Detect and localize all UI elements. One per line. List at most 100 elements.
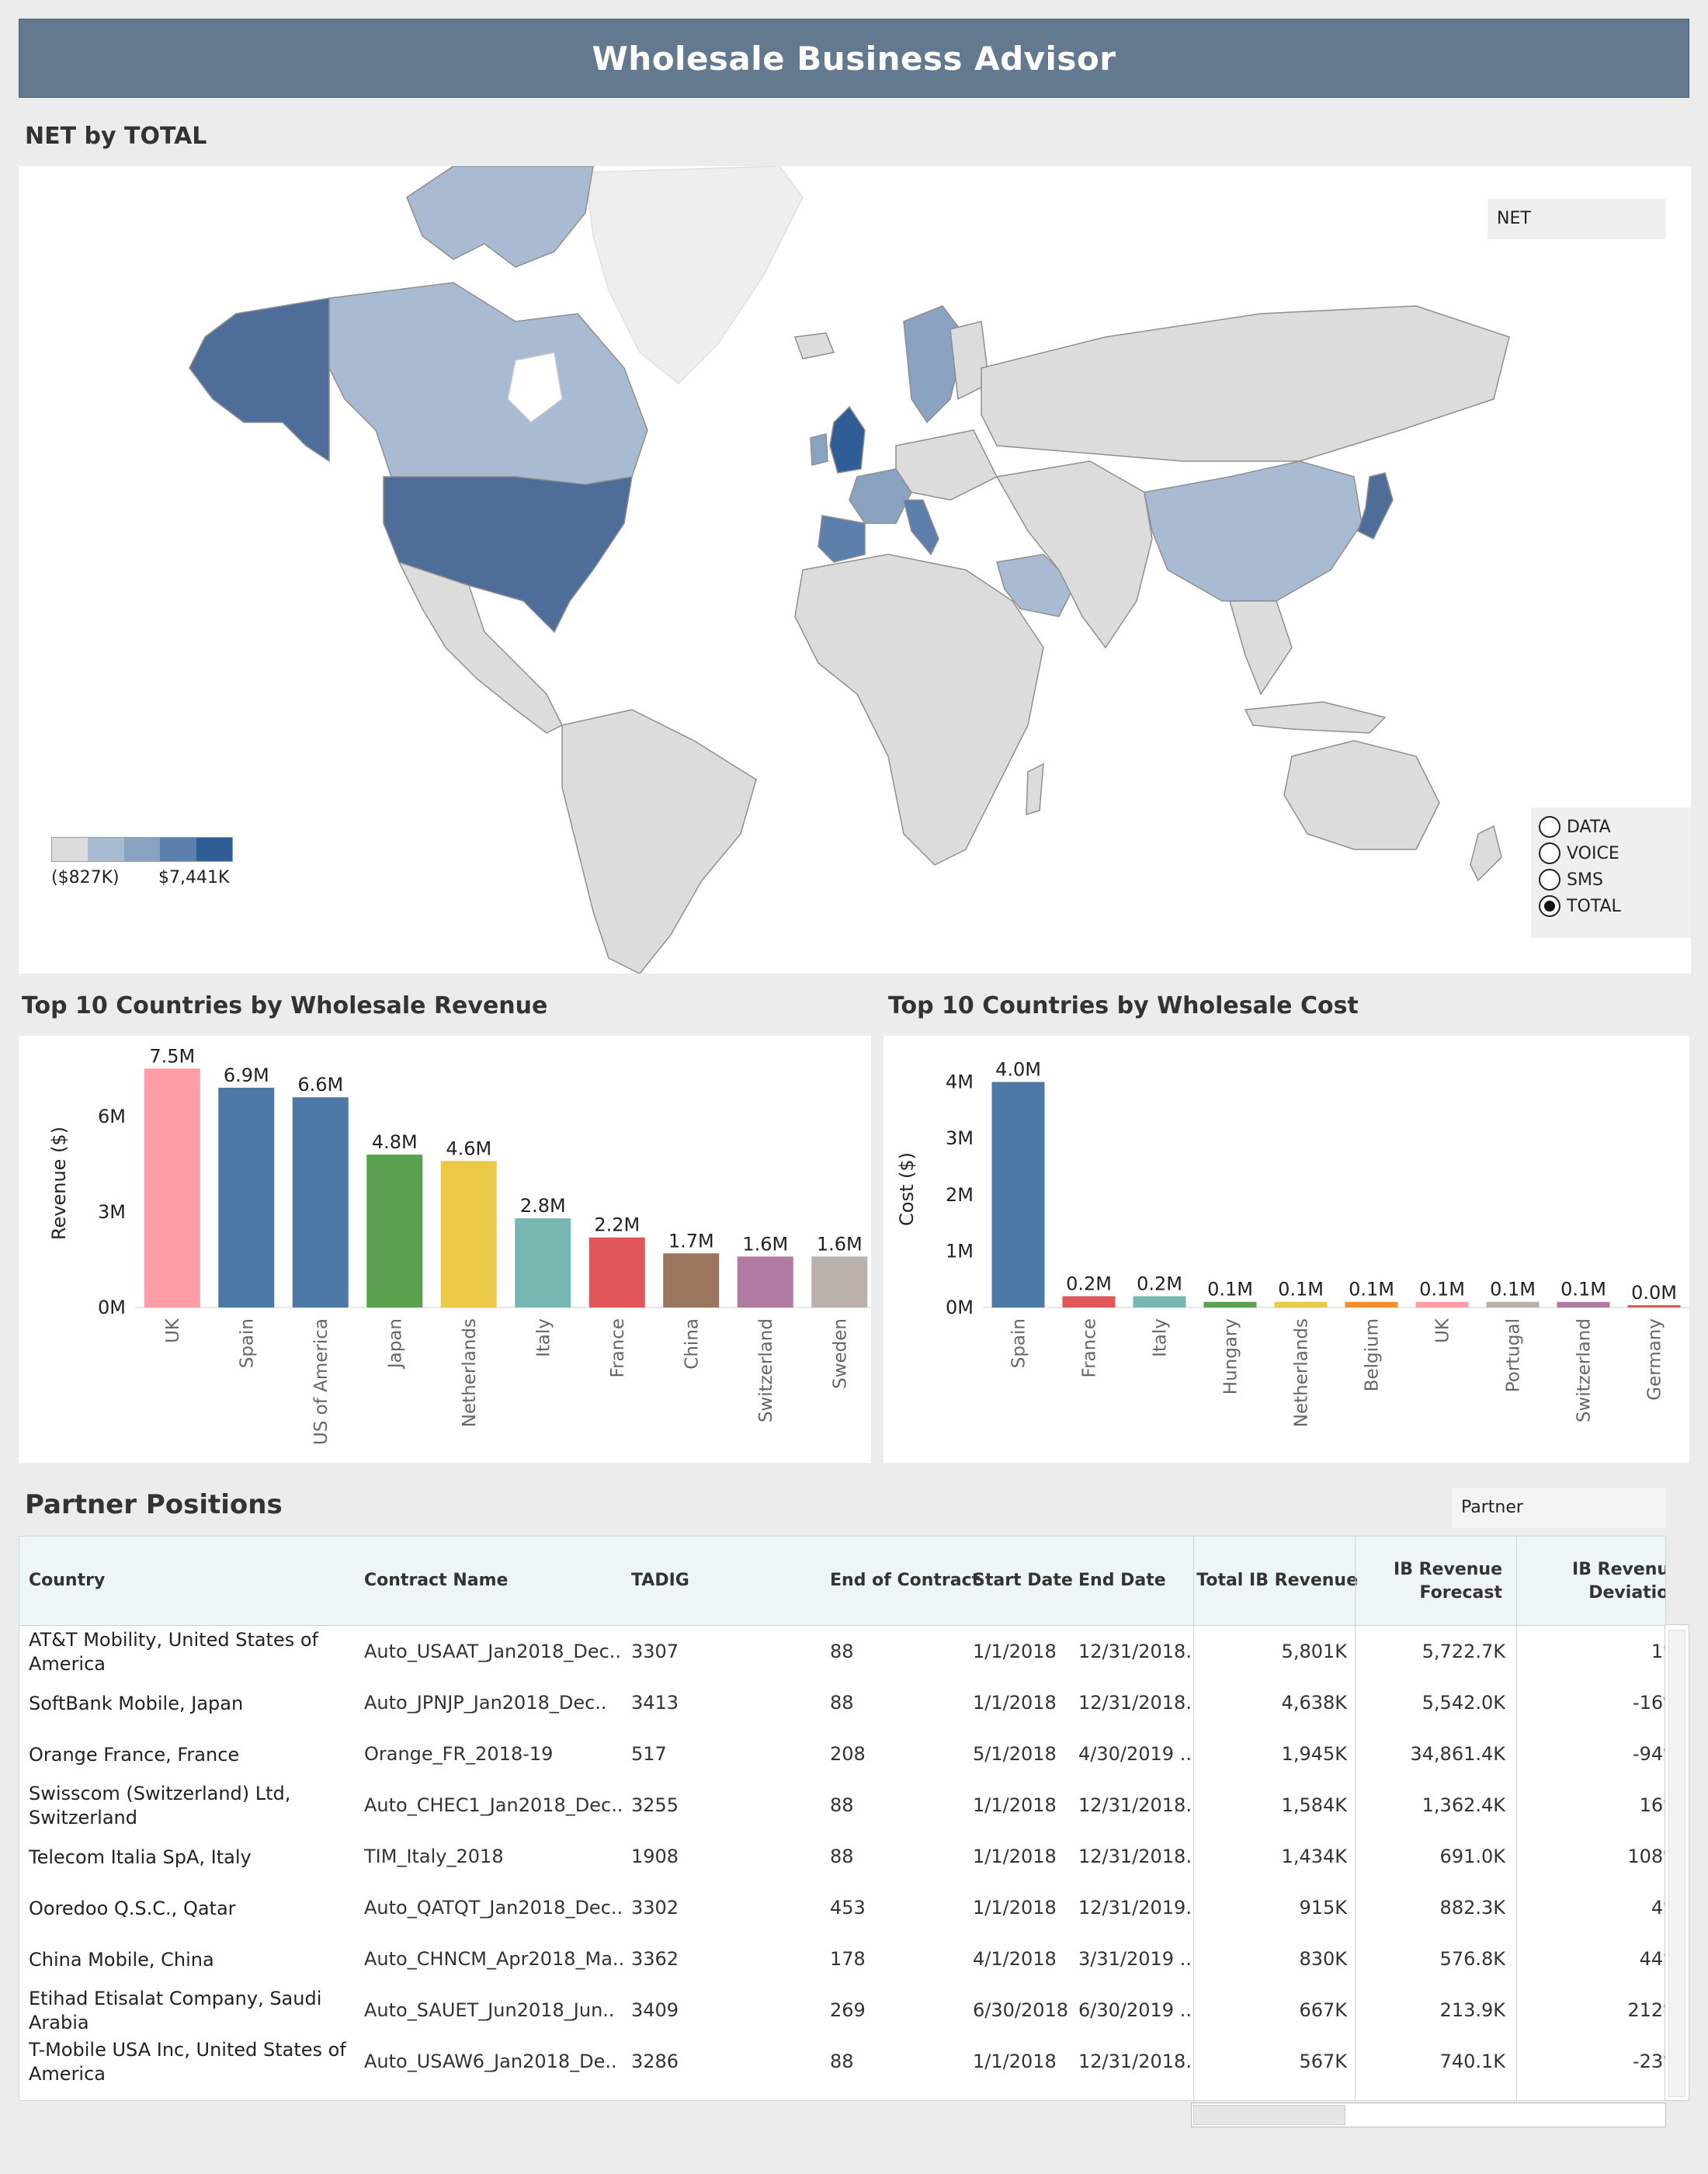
cell-eoc: 208 <box>830 1743 866 1765</box>
x-tick-label: Switzerland <box>756 1318 776 1422</box>
bar[interactable] <box>1627 1305 1681 1308</box>
cell-start: 1/1/2018 <box>973 1794 1057 1816</box>
cell-tadig: 3255 <box>631 1794 679 1816</box>
y-tick-label: 4M <box>946 1071 974 1093</box>
world-map[interactable] <box>19 166 1691 974</box>
col-header-ib-revenue-forecast[interactable]: IB Revenue Forecast <box>1386 1558 1502 1605</box>
partner-filter-placeholder: Partner <box>1461 1498 1523 1517</box>
table-row[interactable]: SoftBank Mobile, Japan Auto_JPNJP_Jan2018… <box>19 1679 1665 1731</box>
bar[interactable] <box>440 1161 497 1308</box>
bar[interactable] <box>737 1256 793 1308</box>
table-row[interactable]: Swisscom (Switzerland) Ltd, Switzerland A… <box>19 1782 1665 1833</box>
bar[interactable] <box>1274 1301 1328 1308</box>
cell-rev: 1,584K <box>1281 1794 1347 1816</box>
map-canada <box>328 282 648 493</box>
bar[interactable] <box>811 1256 868 1308</box>
cell-eoc: 453 <box>830 1897 866 1919</box>
bar[interactable] <box>1203 1301 1257 1308</box>
net-filter-box[interactable]: NET <box>1488 199 1666 239</box>
radio-circle[interactable] <box>1539 842 1560 864</box>
radio-circle[interactable] <box>1539 816 1560 838</box>
scrollbar-thumb[interactable] <box>1668 1630 1685 2097</box>
radio-option-sms[interactable]: SMS <box>1539 866 1603 893</box>
radio-option-total[interactable]: TOTAL <box>1539 893 1621 919</box>
cell-rev: 5,801K <box>1281 1641 1347 1662</box>
cell-dev: 4% <box>1651 1897 1665 1919</box>
radio-circle-selected[interactable] <box>1539 895 1560 917</box>
cell-tadig: 3302 <box>631 1897 679 1919</box>
cell-contract: TIM_Italy_2018 <box>364 1846 504 1867</box>
table-vertical-scrollbar[interactable] <box>1665 1624 1689 2101</box>
partner-positions-table[interactable]: Country Contract Name TADIG End of Contr… <box>19 1536 1666 2101</box>
bar-value-label: 6.9M <box>224 1064 269 1086</box>
bar[interactable] <box>1345 1301 1398 1308</box>
x-tick-label: France <box>1080 1318 1100 1377</box>
bar[interactable] <box>991 1082 1045 1308</box>
bar-value-label: 1.7M <box>668 1230 714 1252</box>
map-spain <box>818 515 866 563</box>
table-row[interactable]: T-Mobile USA Inc, United States of Ameri… <box>19 2038 1665 2089</box>
table-row[interactable]: Ooredoo Q.S.C., Qatar Auto_QATQT_Jan2018_… <box>19 1884 1665 1936</box>
cost-bar-chart[interactable]: Cost ($) 0M 1M 2M 3M 4M 4.0M Spain 0.2M France 0.2… <box>884 1036 1689 1463</box>
table-row[interactable]: Telecom Italia SpA, Italy TIM_Italy_2018 1… <box>19 1833 1665 1884</box>
cell-tadig: 1908 <box>631 1846 679 1867</box>
cell-start: 1/1/2018 <box>973 1846 1057 1867</box>
map-australia <box>1283 740 1440 850</box>
radio-option-data[interactable]: DATA <box>1539 814 1611 840</box>
table-row[interactable]: Orange France, France Orange_FR_2018-19 51… <box>19 1731 1665 1782</box>
cell-forecast: 213.9K <box>1439 1999 1505 2021</box>
bar[interactable] <box>144 1068 200 1308</box>
cell-dev: 44% <box>1639 1948 1665 1970</box>
x-tick-label: Japan <box>385 1318 405 1370</box>
table-row[interactable]: TELUS Communications, CanadaAuto_CANTS_J… <box>19 2089 1665 2100</box>
col-header-total-ib-revenue[interactable]: Total IB Revenue <box>1195 1571 1358 1590</box>
col-header-ib-revenue-deviation[interactable]: IB Revenue Deviation <box>1541 1558 1665 1605</box>
bar[interactable] <box>588 1237 645 1308</box>
cell-contract: Auto_JPNJP_Jan2018_Dec.. <box>364 1692 607 1714</box>
bar[interactable] <box>1415 1301 1469 1308</box>
cell-forecast: 34,861.4K <box>1410 1743 1505 1765</box>
cell-tadig: 517 <box>631 1743 667 1765</box>
col-header-contract-name[interactable]: Contract Name <box>364 1571 508 1590</box>
bar[interactable] <box>1557 1301 1610 1308</box>
bar[interactable] <box>1486 1301 1540 1308</box>
cell-forecast: 882.3K <box>1439 1897 1505 1919</box>
col-header-end-of-contract[interactable]: End of Contract <box>830 1571 980 1590</box>
revenue-bar-chart[interactable]: Revenue ($) 0M 3M 6M 7.5M UK 6.9M Spain 6.6M US o… <box>19 1036 877 1463</box>
world-map-panel[interactable]: NET ($827K) $7,441K DATA VOICE SMS TOTAL <box>19 166 1691 974</box>
bar[interactable] <box>663 1253 720 1308</box>
bar[interactable] <box>292 1097 349 1308</box>
cell-country: Swisscom (Switzerland) Ltd, Switzerland <box>29 1783 291 1828</box>
bar[interactable] <box>515 1218 571 1308</box>
table-row[interactable]: Etihad Etisalat Company, Saudi Arabia Aut… <box>19 1987 1665 2038</box>
bar-value-label: 2.2M <box>594 1214 640 1236</box>
legend-swatch-1 <box>52 838 89 861</box>
table-row[interactable]: China Mobile, China Auto_CHNCM_Apr2018_Ma… <box>19 1936 1665 1987</box>
bar-value-label: 0.1M <box>1419 1279 1465 1301</box>
bar[interactable] <box>218 1087 275 1308</box>
cell-tadig: 3286 <box>631 2051 679 2072</box>
cell-dev: 108% <box>1627 1846 1665 1867</box>
cell-rev: 830K <box>1299 1948 1347 1970</box>
partner-filter[interactable]: Partner <box>1452 1488 1666 1528</box>
cell-forecast: 576.8K <box>1439 1948 1505 1970</box>
scrollbar-thumb[interactable] <box>1193 2105 1345 2125</box>
col-header-country[interactable]: Country <box>29 1571 105 1590</box>
bar[interactable] <box>1062 1296 1116 1308</box>
cell-end: 3/31/2019 .. <box>1078 1948 1192 1970</box>
bar[interactable] <box>1133 1296 1186 1308</box>
x-tick-label: Sweden <box>830 1318 850 1389</box>
col-header-start-date[interactable]: Start Date <box>973 1571 1073 1590</box>
bar[interactable] <box>366 1155 423 1308</box>
radio-circle[interactable] <box>1539 869 1560 891</box>
col-header-tadig[interactable]: TADIG <box>631 1571 689 1590</box>
table-horizontal-scrollbar[interactable] <box>1191 2103 1666 2127</box>
col-header-end-date[interactable]: End Date <box>1078 1571 1166 1590</box>
radio-option-voice[interactable]: VOICE <box>1539 840 1619 866</box>
map-china <box>1144 460 1363 602</box>
radio-label: SMS <box>1567 870 1603 890</box>
radio-label: VOICE <box>1567 843 1619 863</box>
x-tick-label: Italy <box>533 1318 554 1357</box>
measure-radio-group[interactable]: DATA VOICE SMS TOTAL <box>1531 807 1691 938</box>
table-row[interactable]: AT&T Mobility, United States of America A… <box>19 1628 1665 1679</box>
